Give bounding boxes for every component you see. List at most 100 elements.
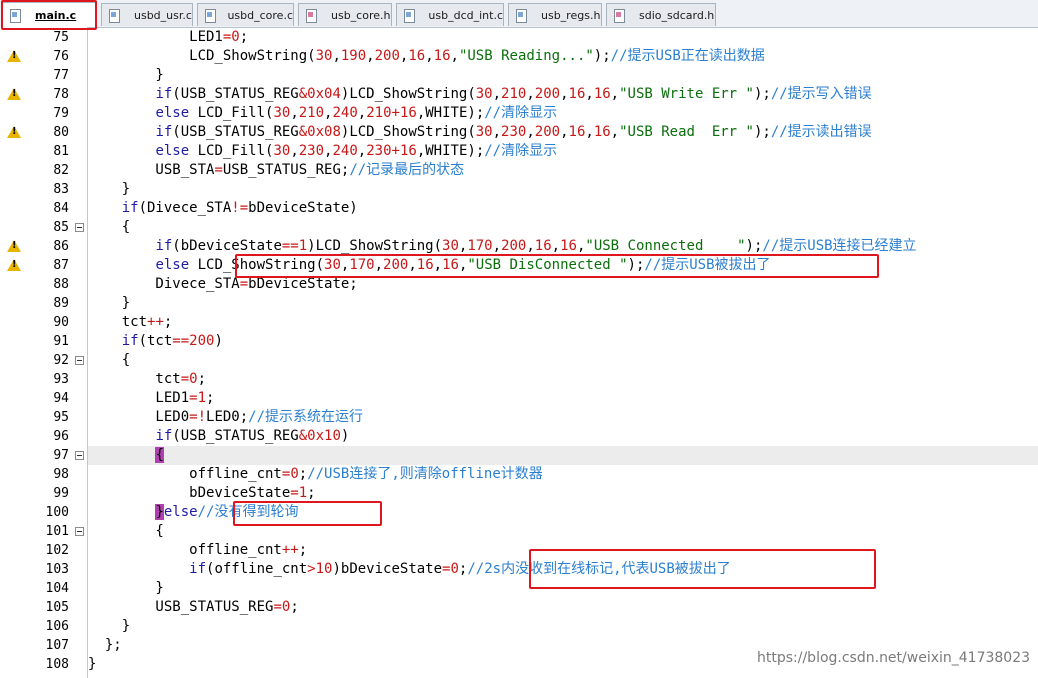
code-token: Divece_STA: [88, 276, 240, 292]
code-line[interactable]: else LCD_Fill(30,210,240,210+16,WHITE);/…: [88, 104, 1038, 123]
code-line[interactable]: if(USB_STATUS_REG&0x04)LCD_ShowString(30…: [88, 85, 1038, 104]
code-token: USB_STA: [88, 162, 215, 178]
tab-label: usbd_usr.c: [134, 8, 192, 22]
disconnected-line-annotation-box: [235, 254, 879, 278]
code-token: LCD_Fill(: [189, 105, 274, 121]
code-token-num: 0x10: [307, 428, 341, 444]
fold-toggle-icon[interactable]: [75, 223, 84, 232]
code-line[interactable]: if(tct==200): [88, 332, 1038, 351]
code-token: ,: [425, 48, 434, 64]
code-line[interactable]: if(USB_STATUS_REG&0x10): [88, 427, 1038, 446]
fold-toggle-icon[interactable]: [75, 527, 84, 536]
warning-icon[interactable]: [7, 88, 21, 100]
code-token: };: [88, 637, 122, 653]
code-line[interactable]: tct=0;: [88, 370, 1038, 389]
warning-icon[interactable]: [7, 259, 21, 271]
code-line[interactable]: {: [88, 218, 1038, 237]
code-token-cm: //提示写入错误: [770, 86, 872, 102]
code-token-op: =: [273, 599, 282, 615]
code-line[interactable]: LED1=1;: [88, 389, 1038, 408]
code-token-kw: if: [189, 561, 207, 577]
code-token-num: 0x04: [307, 86, 341, 102]
code-line[interactable]: bDeviceState=1;: [88, 484, 1038, 503]
line-number: 84: [53, 201, 69, 216]
code-token-num: 16: [568, 124, 586, 140]
code-token-num: 16: [399, 143, 417, 159]
code-token-num: 30: [442, 238, 459, 254]
tab-usbd_core-c[interactable]: usbd_core.c: [197, 3, 294, 26]
code-token-cm: //清除显示: [484, 143, 558, 159]
code-token-str: "USB Write Err ": [619, 86, 754, 102]
code-line[interactable]: }: [88, 66, 1038, 85]
warning-icon[interactable]: [7, 126, 21, 138]
code-token-op: >: [307, 561, 316, 577]
code-line[interactable]: LED0=!LED0;//提示系统在运行: [88, 408, 1038, 427]
code-line[interactable]: tct++;: [88, 313, 1038, 332]
code-token-cm: //提示USB正在读出数据: [610, 48, 765, 64]
code-token-num: 210: [298, 105, 325, 121]
code-token: ,: [492, 238, 502, 254]
code-token: )bDeviceState: [332, 561, 443, 577]
code-token: USB_STATUS_REG: [88, 599, 274, 615]
tab-usb_dcd_int-c[interactable]: usb_dcd_int.c: [396, 3, 504, 26]
tab-usb_core-h[interactable]: usb_core.h: [298, 3, 392, 26]
fold-toggle-icon[interactable]: [75, 356, 84, 365]
code-token: ,: [366, 48, 375, 64]
code-token: );: [753, 86, 771, 102]
code-line[interactable]: if(USB_STATUS_REG&0x08)LCD_ShowString(30…: [88, 123, 1038, 142]
fold-toggle-icon[interactable]: [75, 451, 84, 460]
code-line[interactable]: }: [88, 180, 1038, 199]
warning-icon[interactable]: [7, 50, 21, 62]
code-token: );: [753, 124, 771, 140]
code-line[interactable]: {: [88, 351, 1038, 370]
code-token: tct: [88, 314, 148, 330]
code-token: )LCD_ShowString(: [340, 124, 476, 140]
code-token: ,: [450, 48, 459, 64]
code-token: LED0;: [206, 409, 249, 425]
code-line[interactable]: }: [88, 294, 1038, 313]
code-token: ,: [560, 124, 569, 140]
line-number: 82: [53, 163, 69, 178]
code-line[interactable]: LED1=0;: [88, 28, 1038, 47]
code-token-num: 210: [366, 105, 392, 121]
code-line[interactable]: {: [88, 446, 1038, 465]
code-token: }: [88, 656, 97, 672]
code-token: ): [340, 428, 350, 444]
code-line[interactable]: USB_STA=USB_STATUS_REG;//记录最后的状态: [88, 161, 1038, 180]
code-line[interactable]: USB_STATUS_REG=0;: [88, 598, 1038, 617]
code-token-num: 1: [298, 238, 308, 254]
line-number: 100: [45, 505, 69, 520]
tab-label: usb_dcd_int.c: [428, 8, 503, 22]
tab-sdio_sdcard-h[interactable]: sdio_sdcard.h: [606, 3, 716, 26]
code-token: }: [88, 618, 131, 634]
code-token-op: =: [180, 371, 190, 387]
code-token-num: 16: [433, 48, 451, 64]
code-line[interactable]: if(Divece_STA!=bDeviceState): [88, 199, 1038, 218]
line-number: 85: [53, 220, 69, 235]
code-token: )LCD_ShowString(: [340, 86, 476, 102]
tab-usb_regs-h[interactable]: usb_regs.h: [508, 3, 602, 26]
warning-icon[interactable]: [7, 240, 21, 252]
code-line[interactable]: else LCD_Fill(30,230,240,230+16,WHITE);/…: [88, 142, 1038, 161]
tab-label: usb_regs.h: [541, 8, 601, 22]
code-token: ,: [526, 124, 535, 140]
code-line[interactable]: }else//没有得到轮询: [88, 503, 1038, 522]
tab-usbd_usr-c[interactable]: usbd_usr.c: [101, 3, 193, 26]
code-token: ,: [610, 124, 620, 140]
code-line[interactable]: {: [88, 522, 1038, 541]
code-line[interactable]: offline_cnt=0;//USB连接了,则清除offline计数器: [88, 465, 1038, 484]
line-number: 86: [53, 239, 69, 254]
code-token-op: &: [298, 428, 308, 444]
code-token-kw: else: [155, 143, 190, 159]
code-line[interactable]: }: [88, 617, 1038, 636]
code-token: }: [88, 295, 131, 311]
code-line[interactable]: LCD_ShowString(30,190,200,16,16,"USB Rea…: [88, 47, 1038, 66]
